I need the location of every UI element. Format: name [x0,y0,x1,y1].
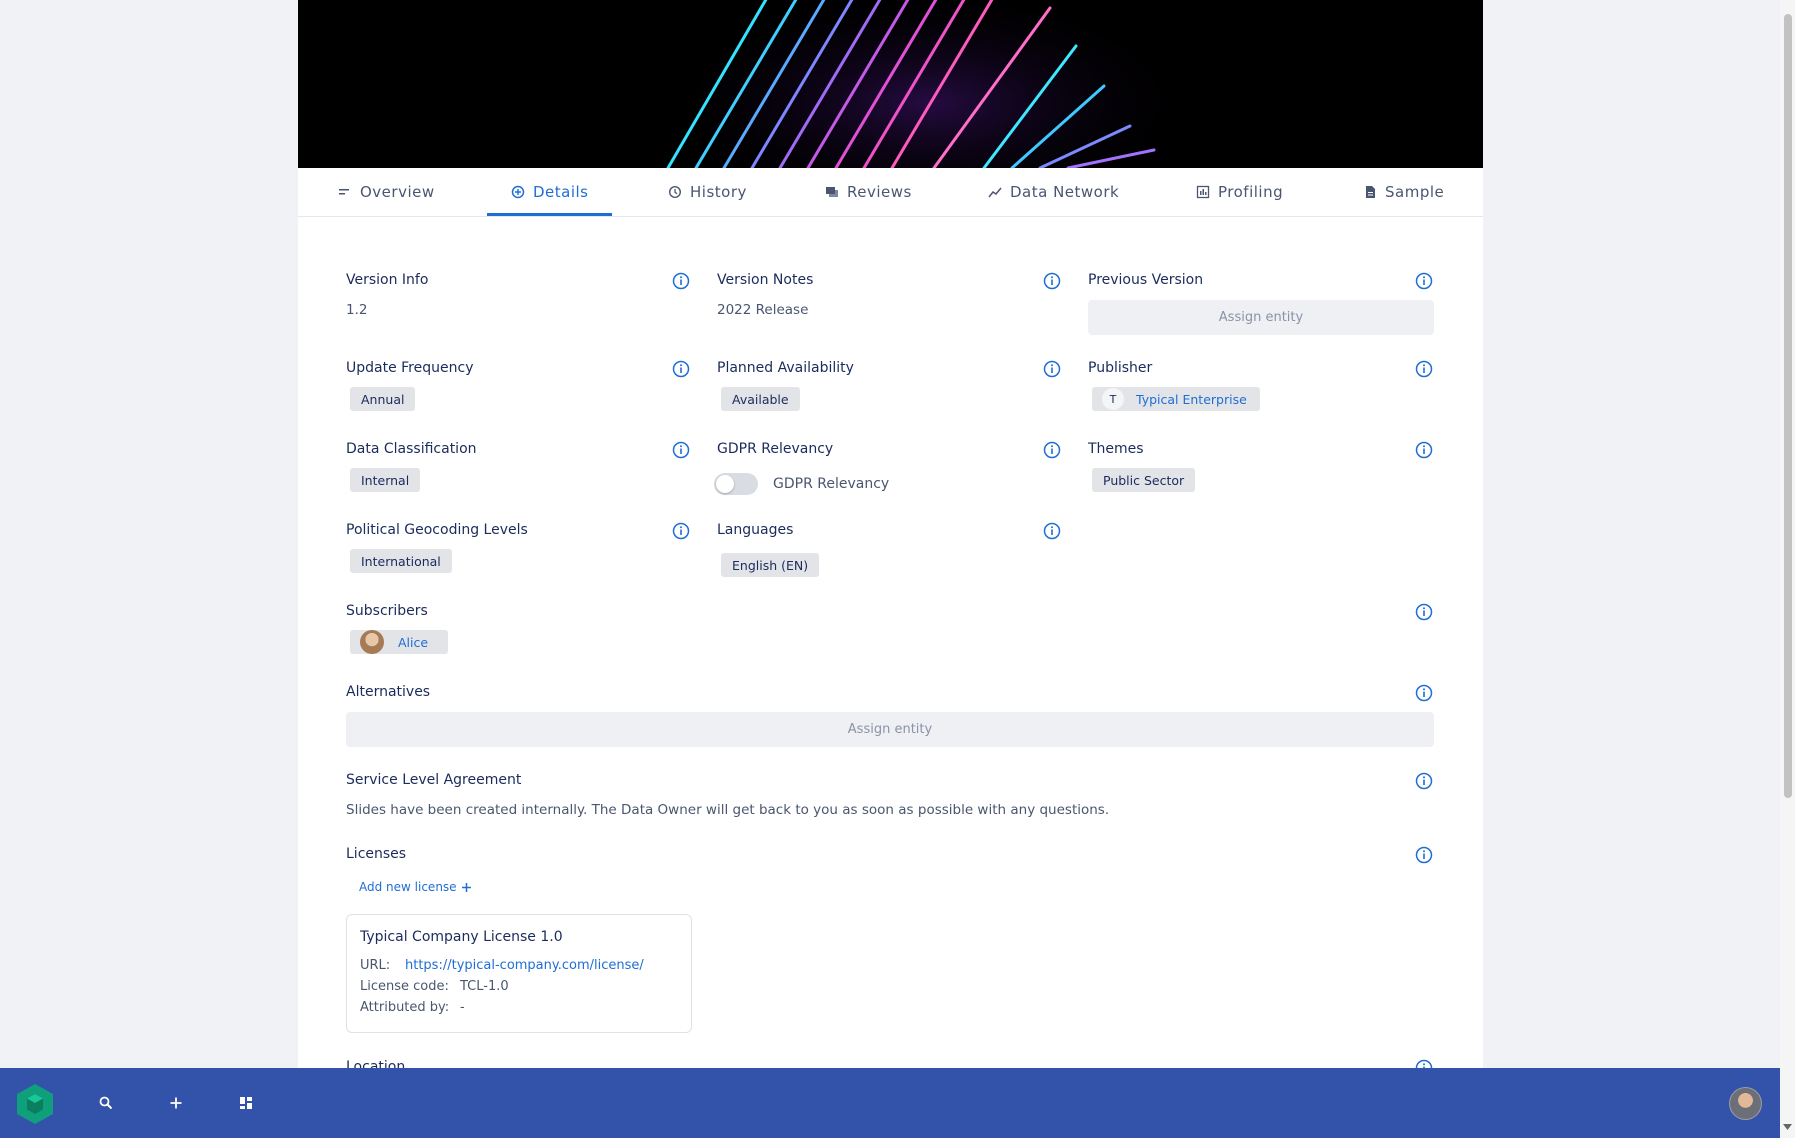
publisher-chip[interactable]: T Typical Enterprise [1092,387,1260,411]
overview-icon [339,188,349,194]
data-classification-chip: Internal [350,468,421,492]
subscriber-avatar [360,630,384,654]
political-geocoding-label: Political Geocoding Levels [346,522,528,538]
gdpr-relevancy-toggle[interactable] [714,473,758,495]
license-code-value: TCL-1.0 [460,979,509,994]
tab-reviews[interactable]: Reviews [825,168,912,215]
tab-label: Overview [360,182,435,201]
tab-label: Sample [1385,182,1445,201]
info-icon[interactable] [1415,846,1433,864]
themes-chip: Public Sector [1092,468,1196,492]
scrollbar[interactable] [1780,0,1795,1138]
info-icon[interactable] [672,441,690,459]
info-icon[interactable] [1043,522,1061,540]
info-icon[interactable] [1043,360,1061,378]
license-url-link[interactable]: https://typical-company.com/license/ [405,958,644,973]
info-icon[interactable] [1415,272,1433,290]
info-icon[interactable] [672,272,690,290]
subscriber-chip[interactable]: Alice [350,630,448,654]
languages-chip: English (EN) [721,553,820,577]
search-icon[interactable] [99,1096,113,1110]
info-icon[interactable] [1043,272,1061,290]
location-label: Location [346,1059,406,1068]
data-network-icon [988,187,1002,197]
add-icon[interactable] [169,1096,183,1110]
version-info-label: Version Info [346,272,429,288]
license-title: Typical Company License 1.0 [360,929,563,945]
info-icon[interactable] [1043,441,1061,459]
scroll-down-arrow-icon[interactable] [1783,1124,1792,1131]
publisher-avatar: T [1102,388,1124,410]
tab-data-network[interactable]: Data Network [988,168,1119,215]
plus-icon [461,882,471,892]
subscriber-name[interactable]: Alice [398,635,428,650]
version-notes-value: 2022 Release [717,302,809,318]
tab-label: History [690,182,747,201]
previous-version-assign-button[interactable]: Assign entity [1088,300,1434,335]
tab-label: Reviews [847,182,912,201]
sla-value: Slides have been created internally. The… [346,802,1110,818]
tab-overview[interactable]: Overview [338,168,435,215]
scrollbar-thumb[interactable] [1784,14,1792,798]
add-license-button[interactable]: Add new license [359,880,472,894]
licenses-label: Licenses [346,846,407,862]
profiling-icon [1196,185,1210,198]
history-icon [668,185,682,198]
license-url-label: URL: [360,958,391,973]
app-logo-icon[interactable] [15,1083,55,1125]
info-icon[interactable] [1415,772,1433,790]
banner-image [298,0,1483,168]
info-icon[interactable] [1415,1059,1433,1068]
info-icon[interactable] [1415,684,1433,702]
dashboard-icon[interactable] [239,1096,253,1110]
gdpr-relevancy-toggle-label: GDPR Relevancy [773,476,890,492]
planned-availability-label: Planned Availability [717,360,854,376]
update-frequency-label: Update Frequency [346,360,474,376]
tab-label: Data Network [1010,182,1120,201]
license-attributed-label: Attributed by: [360,1000,450,1015]
themes-label: Themes [1088,441,1144,457]
sla-label: Service Level Agreement [346,772,522,788]
info-icon[interactable] [672,360,690,378]
tab-sample[interactable]: Sample [1363,168,1444,215]
tab-profiling[interactable]: Profiling [1196,168,1283,215]
version-notes-label: Version Notes [717,272,814,288]
details-icon [511,185,525,198]
tab-label: Profiling [1218,182,1284,201]
toggle-knob [716,475,734,493]
sample-icon [1366,185,1375,198]
license-code-label: License code: [360,979,449,994]
gdpr-relevancy-label: GDPR Relevancy [717,441,834,457]
info-icon[interactable] [1415,603,1433,621]
publisher-link[interactable]: Typical Enterprise [1136,392,1247,407]
political-geocoding-chip: International [350,549,452,573]
languages-label: Languages [717,522,794,538]
version-info-value: 1.2 [346,302,368,318]
license-attributed-value: - [460,1000,465,1015]
bottom-nav-bar [0,1068,1780,1138]
subscribers-label: Subscribers [346,603,428,619]
user-avatar[interactable] [1729,1087,1762,1120]
license-card: Typical Company License 1.0 URL: https:/… [346,914,692,1033]
add-license-label: Add new license [359,880,457,894]
tab-details[interactable]: Details [511,168,589,215]
planned-availability-chip: Available [721,387,800,411]
tab-bar: Overview Details History Reviews Data Ne… [298,168,1483,217]
alternatives-assign-button[interactable]: Assign entity [346,712,1434,747]
active-tab-indicator [487,213,612,216]
info-icon[interactable] [672,522,690,540]
publisher-label: Publisher [1088,360,1153,376]
update-frequency-chip: Annual [350,387,416,411]
info-icon[interactable] [1415,360,1433,378]
main-content: Overview Details History Reviews Data Ne… [298,0,1483,1068]
reviews-icon [826,186,838,197]
info-icon[interactable] [1415,441,1433,459]
previous-version-label: Previous Version [1088,272,1204,288]
tab-label: Details [533,182,589,201]
data-classification-label: Data Classification [346,441,477,457]
alternatives-label: Alternatives [346,684,431,700]
tab-history[interactable]: History [668,168,747,215]
